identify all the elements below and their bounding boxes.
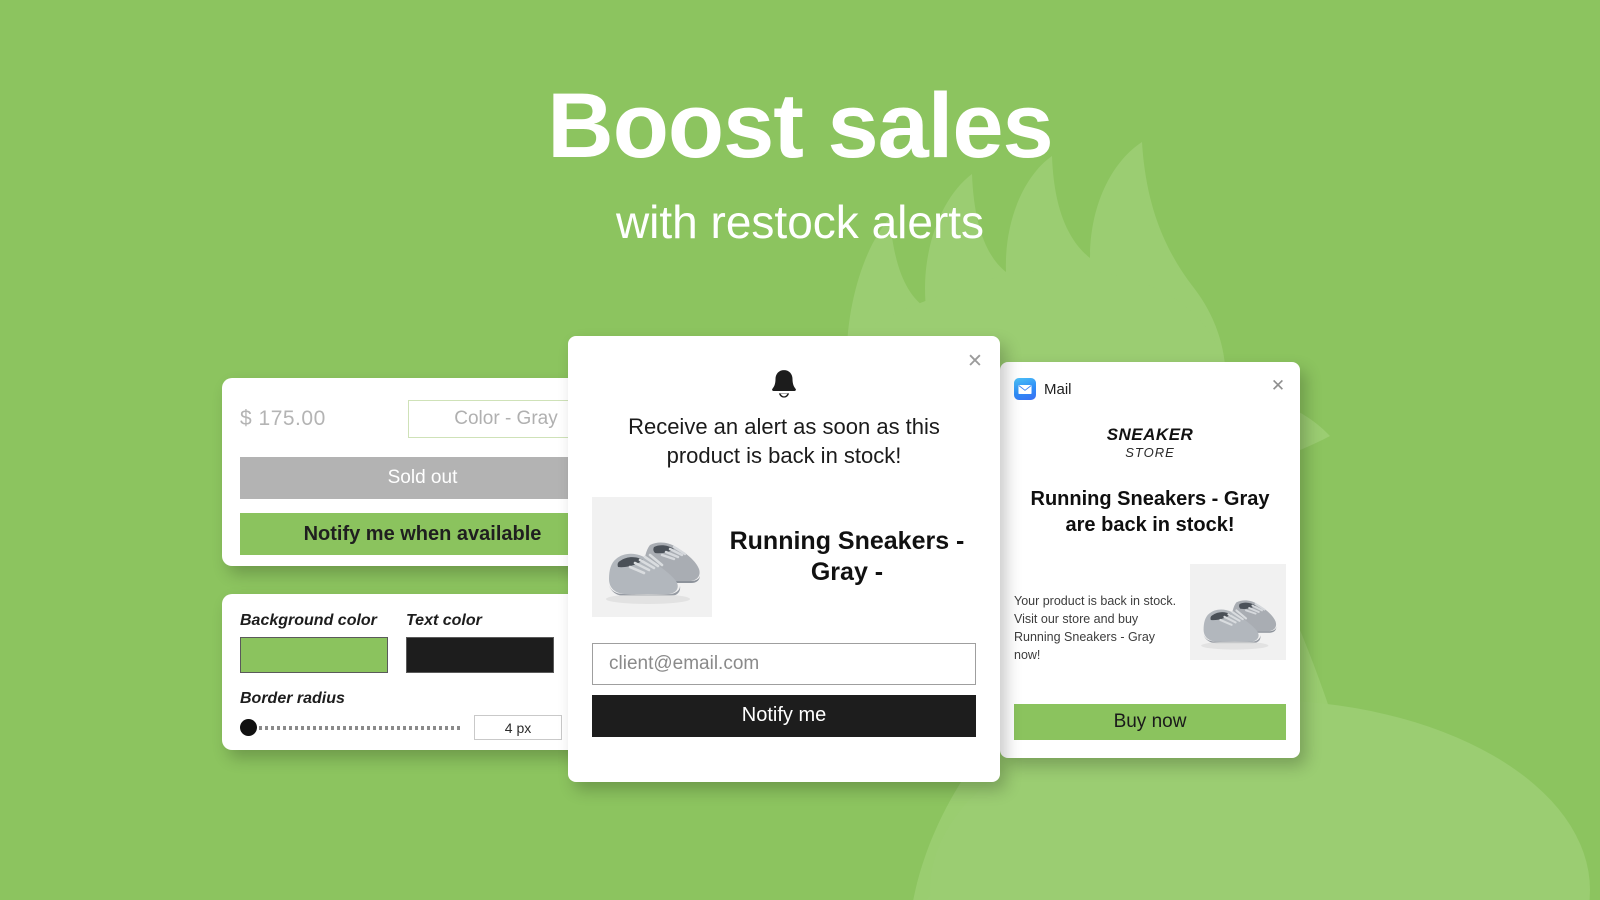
- background-color-swatch[interactable]: [240, 637, 388, 673]
- bell-icon: [766, 366, 802, 402]
- modal-product-row: Running Sneakers - Gray -: [592, 496, 976, 617]
- restock-alert-modal: ✕ Receive an alert as soon as this produ…: [568, 336, 1000, 782]
- border-radius-field: Border radius 4 px: [240, 690, 604, 740]
- hero-section: Boost sales with restock alerts: [0, 0, 1600, 247]
- border-radius-controls: 4 px: [240, 715, 604, 740]
- notify-me-when-available-button[interactable]: Notify me when available: [240, 513, 605, 555]
- store-logo-sub: STORE: [1125, 444, 1175, 460]
- border-radius-label: Border radius: [240, 690, 345, 707]
- slider-thumb[interactable]: [240, 719, 257, 736]
- border-radius-value[interactable]: 4 px: [474, 715, 562, 740]
- email-preview-panel: Mail ✕ SNEAKER STORE Running Sneakers - …: [1000, 362, 1300, 758]
- close-icon[interactable]: ✕: [964, 350, 986, 372]
- background-color-label: Background color: [240, 612, 377, 629]
- color-settings-row: Background color Text color: [240, 612, 604, 673]
- widget-settings-card: Background color Text color Border radiu…: [222, 594, 622, 750]
- slider-track: [253, 725, 460, 730]
- page-title: Boost sales: [547, 75, 1053, 177]
- background-color-field: Background color: [240, 612, 388, 673]
- product-thumbnail: [592, 496, 712, 617]
- store-logo-main: SNEAKER: [1106, 425, 1194, 444]
- email-product-thumbnail: [1190, 563, 1286, 660]
- product-top-row: $ 175.00 Color - Gray: [240, 400, 604, 438]
- email-titlebar: Mail ✕: [1000, 362, 1300, 400]
- border-radius-slider[interactable]: [240, 719, 460, 737]
- email-input[interactable]: [592, 642, 976, 685]
- email-heading: Running Sneakers - Gray are back in stoc…: [1030, 487, 1270, 536]
- notify-me-button[interactable]: Notify me: [592, 694, 976, 737]
- email-body-text: Your product is back in stock. Visit our…: [1014, 593, 1177, 662]
- text-color-label: Text color: [406, 612, 482, 629]
- product-card: $ 175.00 Color - Gray Sold out Notify me…: [222, 378, 622, 566]
- modal-heading: Receive an alert as soon as this product…: [628, 414, 940, 469]
- mail-app-name: Mail: [1044, 380, 1072, 398]
- email-body: Your product is back in stock. Visit our…: [1014, 563, 1286, 665]
- modal-product-name: Running Sneakers - Gray -: [729, 527, 965, 586]
- product-price: $ 175.00: [240, 407, 326, 430]
- page-subtitle: with restock alerts: [615, 195, 985, 248]
- sold-out-button: Sold out: [240, 457, 605, 499]
- buy-now-button[interactable]: Buy now: [1014, 704, 1286, 740]
- text-color-field: Text color: [406, 612, 554, 673]
- close-icon[interactable]: ✕: [1268, 375, 1288, 395]
- mail-icon: [1014, 378, 1036, 400]
- store-logo: SNEAKER STORE: [1000, 425, 1300, 462]
- text-color-swatch[interactable]: [406, 637, 554, 673]
